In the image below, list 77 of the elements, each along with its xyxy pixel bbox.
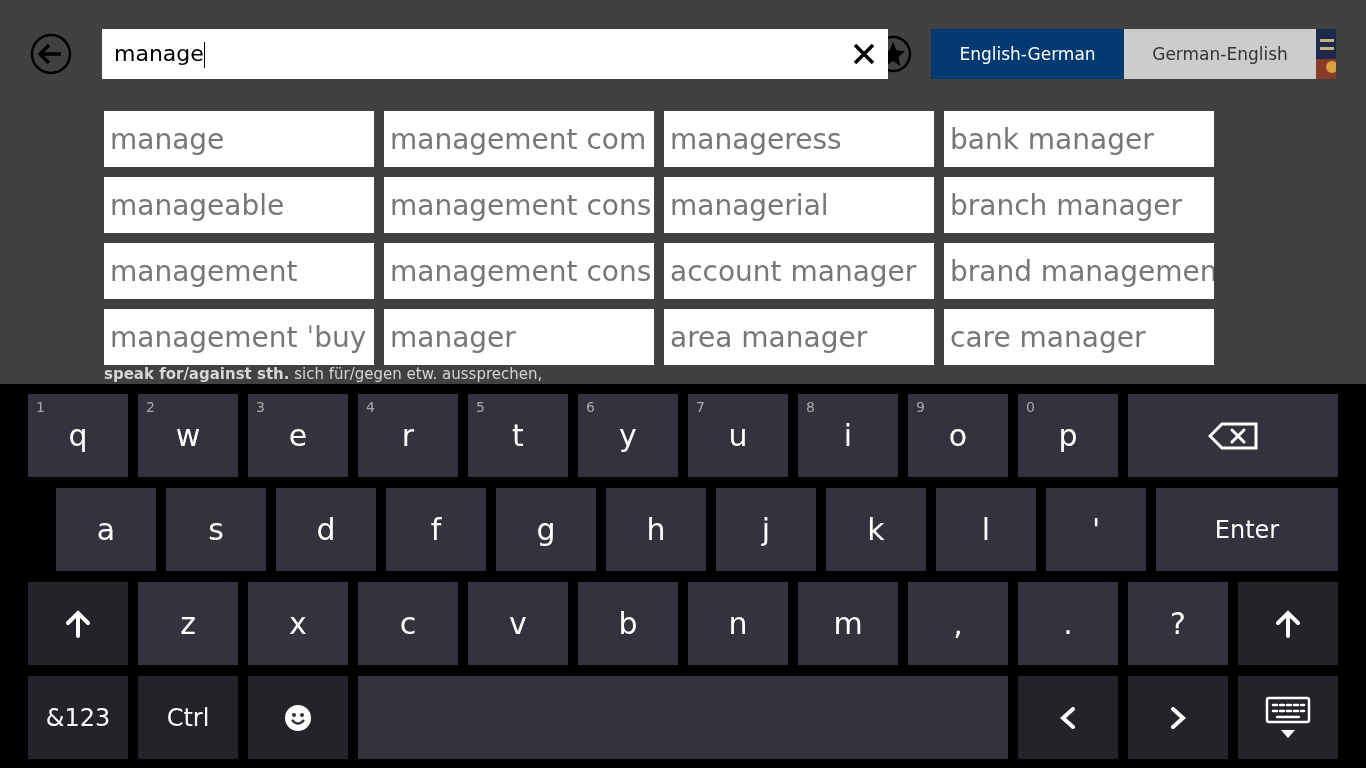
suggestion-item[interactable]: management com bbox=[384, 111, 654, 167]
chevron-left-icon bbox=[1060, 706, 1076, 729]
smiley-icon bbox=[284, 703, 312, 732]
key-hint: 4 bbox=[366, 399, 375, 415]
key-hint: 8 bbox=[806, 399, 815, 415]
key[interactable]: c bbox=[358, 582, 458, 665]
suggestion-item[interactable]: area manager bbox=[664, 309, 934, 365]
key[interactable]: b bbox=[578, 582, 678, 665]
key[interactable]: 9 o bbox=[908, 394, 1008, 477]
key[interactable]: z bbox=[138, 582, 238, 665]
key-hint: 0 bbox=[1026, 399, 1035, 415]
search-text: manage bbox=[114, 40, 207, 68]
arrow-up-icon bbox=[65, 609, 91, 638]
key-hint: 5 bbox=[476, 399, 485, 415]
key[interactable]: 6 y bbox=[578, 394, 678, 477]
key[interactable]: h bbox=[606, 488, 706, 571]
suggestion-item[interactable]: manageress bbox=[664, 111, 934, 167]
key-hint: 7 bbox=[696, 399, 705, 415]
key[interactable]: k bbox=[826, 488, 926, 571]
chevron-right-icon bbox=[1170, 706, 1186, 729]
suggestion-item[interactable]: care manager bbox=[944, 309, 1214, 365]
key[interactable]: 3 e bbox=[248, 394, 348, 477]
key[interactable]: 4 r bbox=[358, 394, 458, 477]
backspace-icon bbox=[1208, 421, 1258, 450]
key[interactable]: j bbox=[716, 488, 816, 571]
key-hint: 2 bbox=[146, 399, 155, 415]
entry-text: speak for/against sth. sich für/gegen etw. aussprechen, bbox=[104, 366, 543, 383]
suggestion-item[interactable]: management ˈbuy bbox=[104, 309, 374, 365]
key[interactable]: 5 t bbox=[468, 394, 568, 477]
key[interactable]: ' bbox=[1046, 488, 1146, 571]
suggestion-item[interactable]: management cons bbox=[384, 243, 654, 299]
key[interactable]: . bbox=[1018, 582, 1118, 665]
enter-key[interactable]: Enter bbox=[1156, 488, 1338, 571]
key[interactable]: v bbox=[468, 582, 568, 665]
key[interactable]: 8 i bbox=[798, 394, 898, 477]
key[interactable]: l bbox=[936, 488, 1036, 571]
function-key[interactable]: Ctrl bbox=[138, 676, 238, 759]
key-hint: 9 bbox=[916, 399, 925, 415]
key[interactable]: 2 w bbox=[138, 394, 238, 477]
key[interactable]: , bbox=[908, 582, 1008, 665]
key[interactable]: 0 p bbox=[1018, 394, 1118, 477]
key-hint: 3 bbox=[256, 399, 265, 415]
shift-key[interactable] bbox=[28, 582, 128, 665]
emoji-key[interactable] bbox=[248, 676, 348, 759]
direction-tab[interactable]: English-German bbox=[931, 29, 1124, 79]
arrow-up-icon bbox=[1275, 609, 1301, 638]
key[interactable]: ? bbox=[1128, 582, 1228, 665]
key[interactable]: f bbox=[386, 488, 486, 571]
key[interactable]: n bbox=[688, 582, 788, 665]
search-field[interactable]: manage bbox=[102, 29, 888, 79]
key[interactable]: a bbox=[56, 488, 156, 571]
key-hint: 1 bbox=[36, 399, 45, 415]
suggestion-item[interactable]: management bbox=[104, 243, 374, 299]
function-key[interactable]: &123 bbox=[28, 676, 128, 759]
backspace-key[interactable] bbox=[1128, 394, 1338, 477]
hide-keyboard-key[interactable] bbox=[1238, 676, 1338, 759]
key[interactable]: 1 q bbox=[28, 394, 128, 477]
keyboard-icon bbox=[1265, 695, 1311, 740]
key[interactable]: x bbox=[248, 582, 348, 665]
key[interactable]: d bbox=[276, 488, 376, 571]
key[interactable]: 7 u bbox=[688, 394, 788, 477]
suggestion-item[interactable]: bank manager bbox=[944, 111, 1214, 167]
suggestion-item[interactable]: managerial bbox=[664, 177, 934, 233]
key[interactable]: m bbox=[798, 582, 898, 665]
suggestion-item[interactable]: manage bbox=[104, 111, 374, 167]
suggestion-item[interactable]: manager bbox=[384, 309, 654, 365]
key[interactable]: g bbox=[496, 488, 596, 571]
suggestion-item[interactable]: account manager bbox=[664, 243, 934, 299]
suggestion-item[interactable]: management cons bbox=[384, 177, 654, 233]
direction-tab[interactable]: German-English bbox=[1124, 29, 1316, 79]
close-icon[interactable] bbox=[852, 42, 876, 66]
key[interactable]: s bbox=[166, 488, 266, 571]
shift-key[interactable] bbox=[1238, 582, 1338, 665]
suggestion-item[interactable]: manageable bbox=[104, 177, 374, 233]
key-hint: 6 bbox=[586, 399, 595, 415]
star-icon[interactable] bbox=[888, 35, 912, 73]
suggestion-item[interactable]: branch manager bbox=[944, 177, 1214, 233]
